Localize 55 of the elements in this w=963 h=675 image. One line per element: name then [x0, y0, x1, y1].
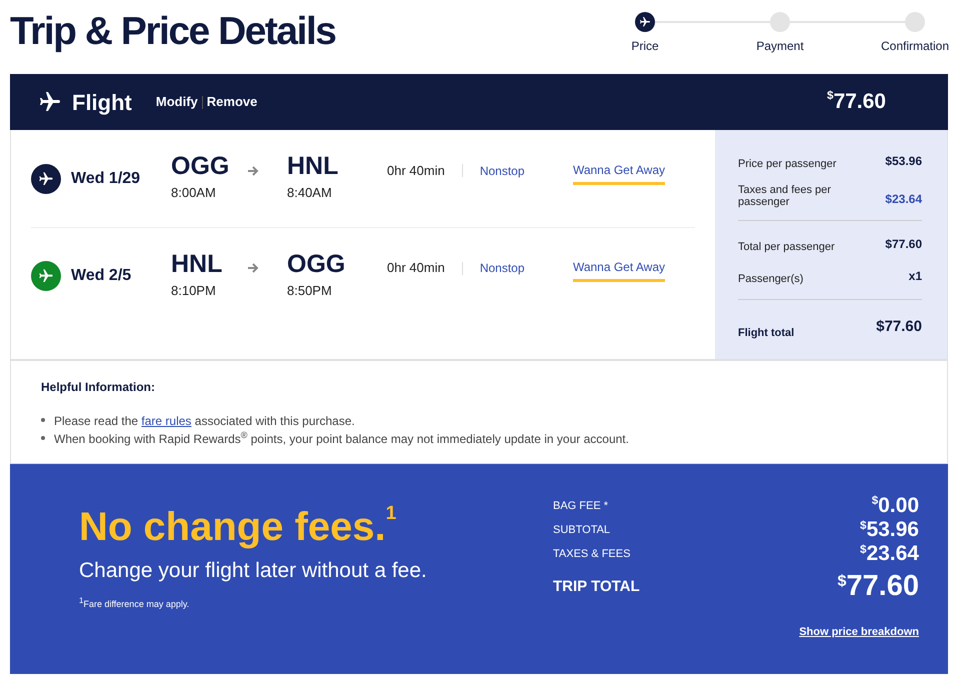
total-label: SUBTOTAL [553, 522, 610, 538]
bullet-icon [41, 436, 45, 440]
total-amount: $0.00 [872, 494, 919, 518]
price-value: x1 [908, 268, 922, 286]
departure-time: 8:10PM [171, 282, 217, 300]
flight-duration: 0hr 40min [387, 259, 445, 278]
price-value: $77.60 [885, 236, 922, 254]
price-value: $53.96 [885, 153, 922, 170]
total-label: TAXES & FEES [553, 546, 630, 562]
stops-link[interactable]: Nonstop [480, 259, 525, 277]
header-link[interactable]: Remove [206, 92, 258, 112]
bullet-icon [41, 418, 45, 422]
arrow-icon [247, 262, 259, 274]
total-amount: $53.96 [860, 518, 919, 542]
step-label: Confirmation [880, 38, 950, 55]
section-title: Flight [72, 88, 132, 117]
footnote: $^{1}$Fare difference may apply. [79, 598, 190, 612]
price-value: $23.64 [885, 191, 922, 208]
step-label: Price [631, 38, 659, 55]
header-link[interactable]: Modify [156, 92, 198, 112]
arrow-icon [247, 164, 259, 176]
fare-rules-link[interactable]: fare rules [141, 414, 192, 428]
flight-duration: 0hr 40min [387, 162, 445, 180]
fare-link[interactable]: Wanna Get Away [572, 258, 665, 282]
step-label: Payment [756, 38, 804, 55]
total-label: TRIP TOTAL [553, 576, 640, 597]
flight-date: Wed 1/29 [71, 168, 142, 188]
total-label: BAG FEE * [553, 498, 608, 514]
info-heading: Helpful Information: [41, 378, 156, 396]
breakdown-link[interactable]: Show price breakdown [799, 626, 919, 638]
airport-code: OGG [171, 154, 230, 180]
price-label: Flight total [738, 326, 794, 339]
price-label: Taxes and fees per passenger [738, 184, 832, 208]
price-label: Price per passenger [738, 158, 836, 170]
info-text: When booking with Rapid Rewards$^{®}$ points, your point balance may not immediately update in your account. [54, 430, 629, 448]
fare-link[interactable]: Wanna Get Away [572, 160, 665, 184]
step-indicator[interactable] [635, 12, 655, 32]
stops-link[interactable]: Nonstop [480, 162, 525, 180]
airport-code: HNL [287, 154, 340, 180]
flight-date: Wed 2/5 [71, 266, 132, 286]
price-label: Passenger(s) [738, 273, 804, 286]
price-label: Total per passenger [738, 241, 835, 254]
arrival-time: 8:50PM [287, 282, 333, 300]
arrival-time: 8:40AM [287, 184, 333, 202]
plane-icon [38, 90, 62, 114]
info-text: Please read the fare rules associated with this purchase. [54, 412, 355, 430]
departure-time: 8:00AM [171, 184, 217, 202]
flight-price: $77.60 [827, 88, 886, 116]
airport-code: OGG [287, 252, 346, 277]
airport-code: HNL [171, 252, 224, 277]
price-value: $77.60 [876, 317, 922, 338]
promo-subline: Change your flight later without a fee. [79, 558, 428, 584]
page-title: Trip & Price Details [10, 12, 336, 51]
promo-headline: No change fees.$^{1}$ [79, 506, 398, 547]
total-amount: $23.64 [860, 542, 919, 566]
